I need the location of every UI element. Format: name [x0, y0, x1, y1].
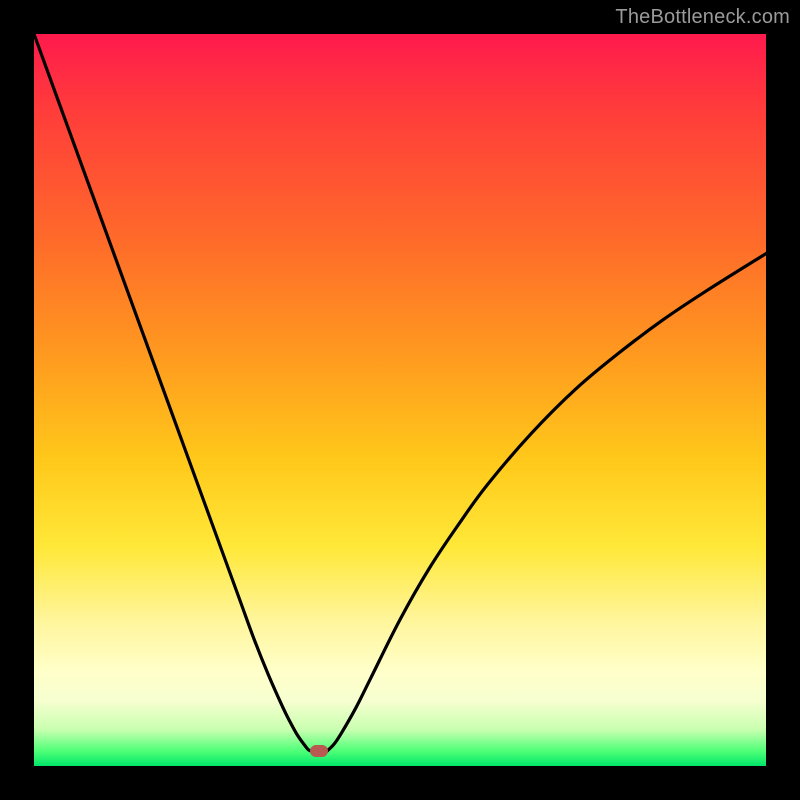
watermark-text: TheBottleneck.com [615, 6, 790, 29]
chart-frame: TheBottleneck.com [0, 0, 800, 800]
plot-area [34, 34, 766, 766]
minimum-marker [310, 745, 328, 757]
bottleneck-curve [34, 34, 766, 766]
